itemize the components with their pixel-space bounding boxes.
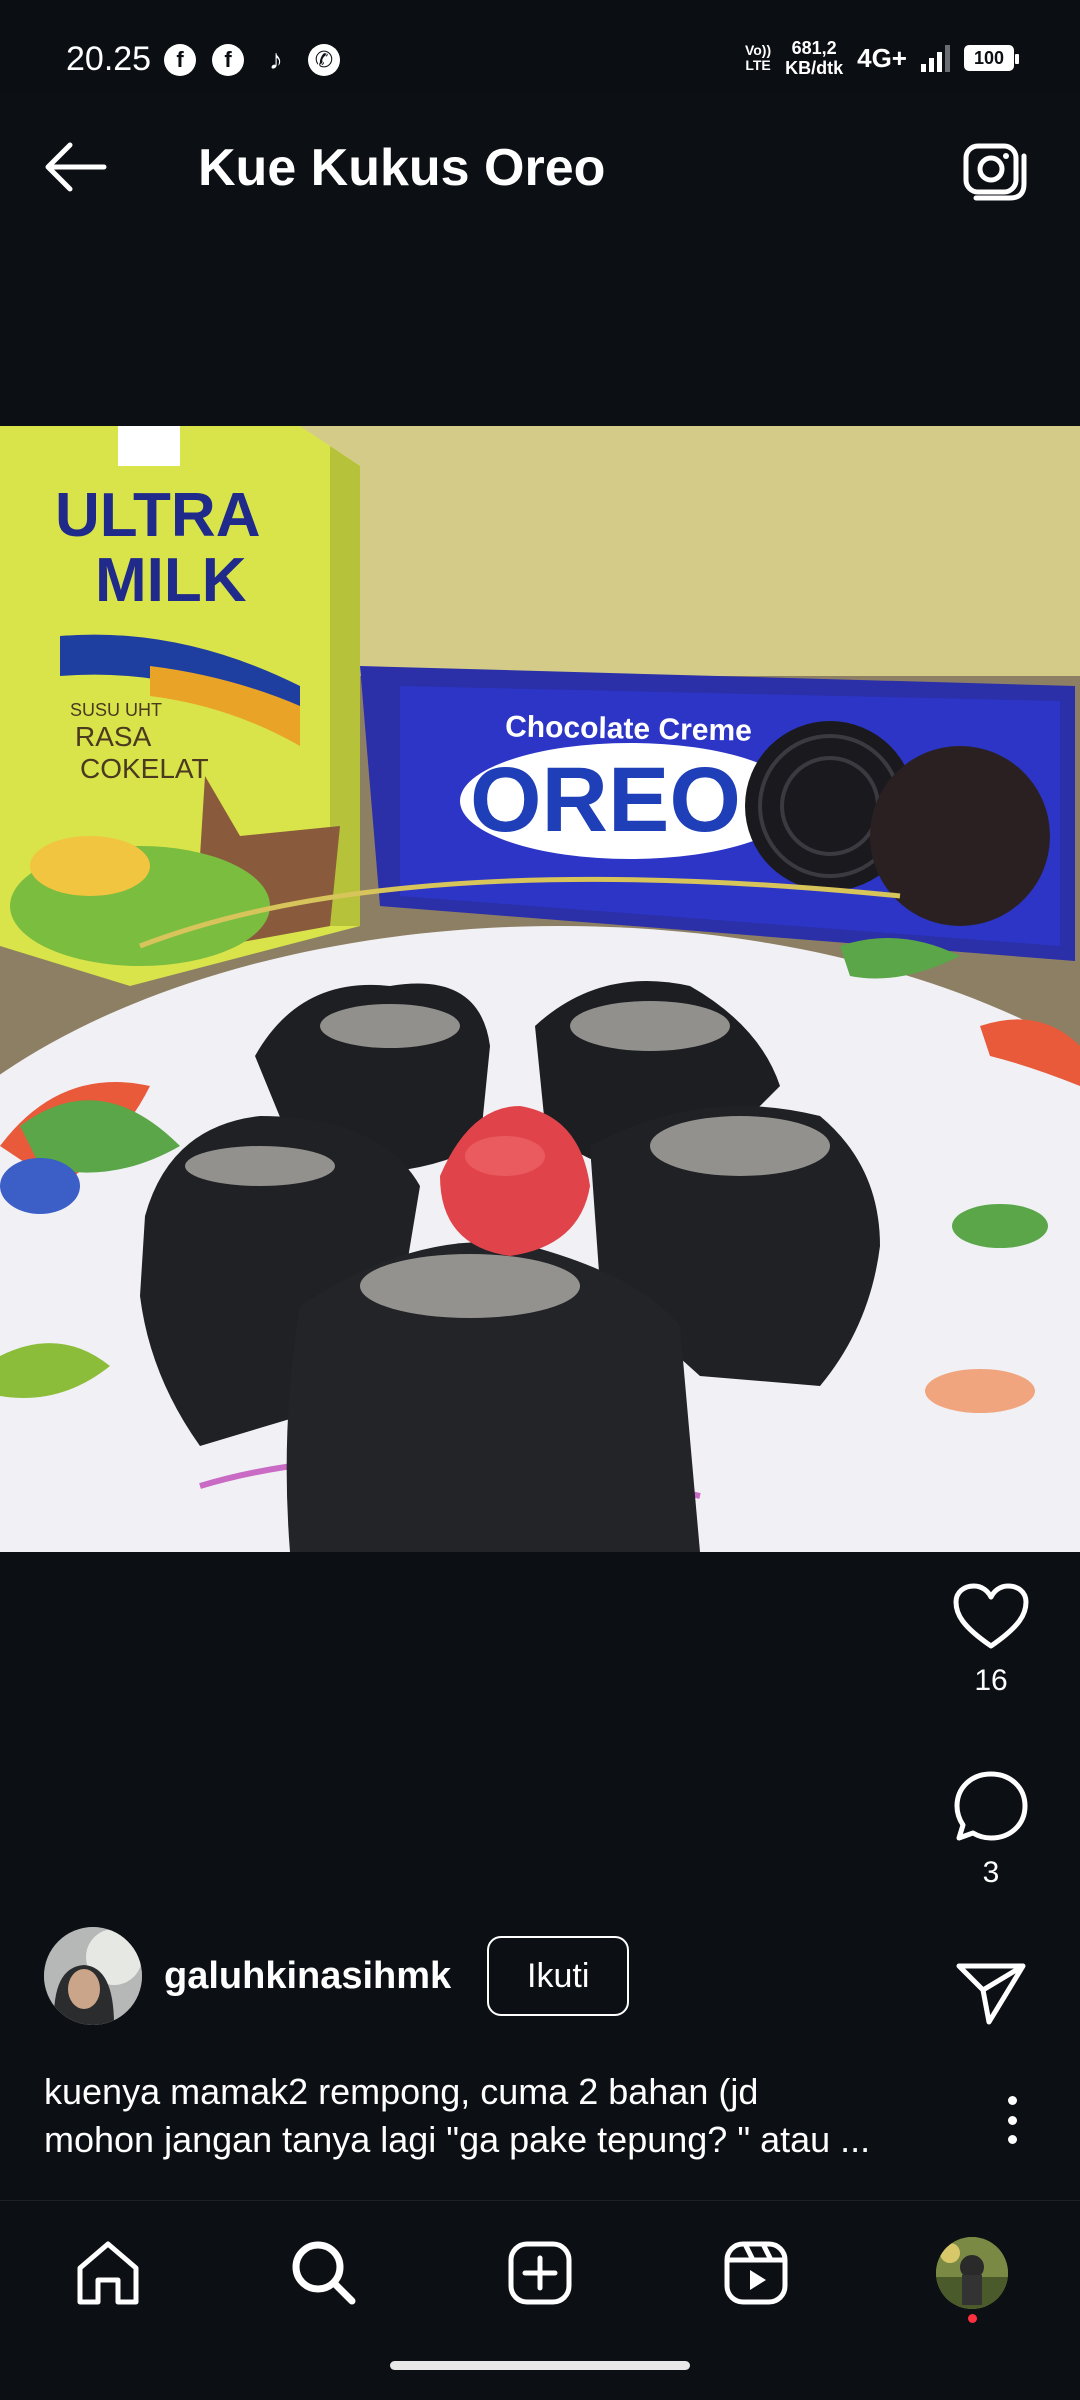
milk-brand-line2: MILK <box>95 546 247 615</box>
home-indicator[interactable] <box>390 2361 690 2370</box>
back-button[interactable] <box>40 137 110 197</box>
milk-flavor-line2: RASA <box>75 721 152 752</box>
post-actions: 16 3 <box>936 1582 1046 2026</box>
author-username[interactable]: galuhkinasihmk <box>164 1955 451 1998</box>
follow-button[interactable]: Ikuti <box>487 1936 630 2016</box>
share-action <box>936 1960 1046 2026</box>
network-speed: 681,2 KB/dtk <box>785 38 844 78</box>
facebook-icon: f <box>212 44 244 76</box>
nav-create[interactable] <box>500 2233 580 2313</box>
volte-indicator: Vo)) LTE <box>744 42 772 73</box>
author-avatar[interactable] <box>44 1927 142 2025</box>
status-app-icons: f f ♪ ✆ <box>164 44 340 76</box>
post-photo[interactable]: ULTRA MILK SUSU UHT RASA COKELAT Chocola… <box>0 426 1080 1552</box>
more-icon <box>1007 2096 1017 2105</box>
page-title: Kue Kukus Oreo <box>198 139 606 197</box>
heart-icon[interactable] <box>952 1582 1030 1652</box>
facebook-icon: f <box>164 44 196 76</box>
status-bar: 20.25 f f ♪ ✆ Vo)) LTE 681,2 KB/dtk 4G+ … <box>0 0 1080 92</box>
bottom-nav <box>0 2200 1080 2400</box>
nav-reels[interactable] <box>716 2233 796 2313</box>
search-icon <box>292 2241 356 2305</box>
back-arrow-icon <box>45 142 107 192</box>
milk-flavor-line3: COKELAT <box>80 753 209 784</box>
reels-icon <box>724 2241 788 2305</box>
oreo-brand-text: OREO <box>470 749 741 851</box>
caption-line: kuenya mamak2 rempong, cuma 2 bahan (jd <box>44 2071 759 2112</box>
status-time: 20.25 <box>66 40 152 78</box>
home-icon <box>77 2241 139 2305</box>
create-icon <box>508 2241 572 2305</box>
more-options-button[interactable] <box>992 2090 1032 2150</box>
comment-count: 3 <box>982 1856 1000 1889</box>
notification-dot <box>968 2314 977 2323</box>
network-type: 4G+ <box>857 42 907 73</box>
send-icon[interactable] <box>955 1960 1027 2026</box>
like-action: 16 <box>936 1582 1046 1732</box>
comment-action: 3 <box>936 1770 1046 1920</box>
caption-line: mohon jangan tanya lagi "ga pake tepung?… <box>44 2119 871 2160</box>
author-row: galuhkinasihmk Ikuti <box>44 1926 630 2026</box>
camera-icon <box>963 143 1027 201</box>
nav-profile[interactable] <box>932 2233 1012 2323</box>
nav-home[interactable] <box>68 2233 148 2313</box>
status-indicators: Vo)) LTE 681,2 KB/dtk 4G+ 100 <box>744 38 1019 78</box>
milk-flavor-line1: SUSU UHT <box>70 700 162 720</box>
post-caption[interactable]: kuenya mamak2 rempong, cuma 2 bahan (jd … <box>44 2068 944 2164</box>
profile-avatar <box>936 2237 1008 2309</box>
nav-search[interactable] <box>284 2233 364 2313</box>
battery-icon: 100 <box>964 45 1019 71</box>
milk-brand-line1: ULTRA <box>55 481 260 550</box>
camera-button[interactable] <box>962 142 1028 202</box>
oreo-flavor-text: Chocolate Creme <box>505 710 752 747</box>
comment-icon[interactable] <box>953 1770 1029 1844</box>
whatsapp-icon: ✆ <box>308 44 340 76</box>
header: Kue Kukus Oreo <box>0 92 1080 252</box>
like-count: 16 <box>974 1664 1008 1697</box>
tiktok-icon: ♪ <box>269 44 283 75</box>
signal-icon <box>921 44 950 72</box>
